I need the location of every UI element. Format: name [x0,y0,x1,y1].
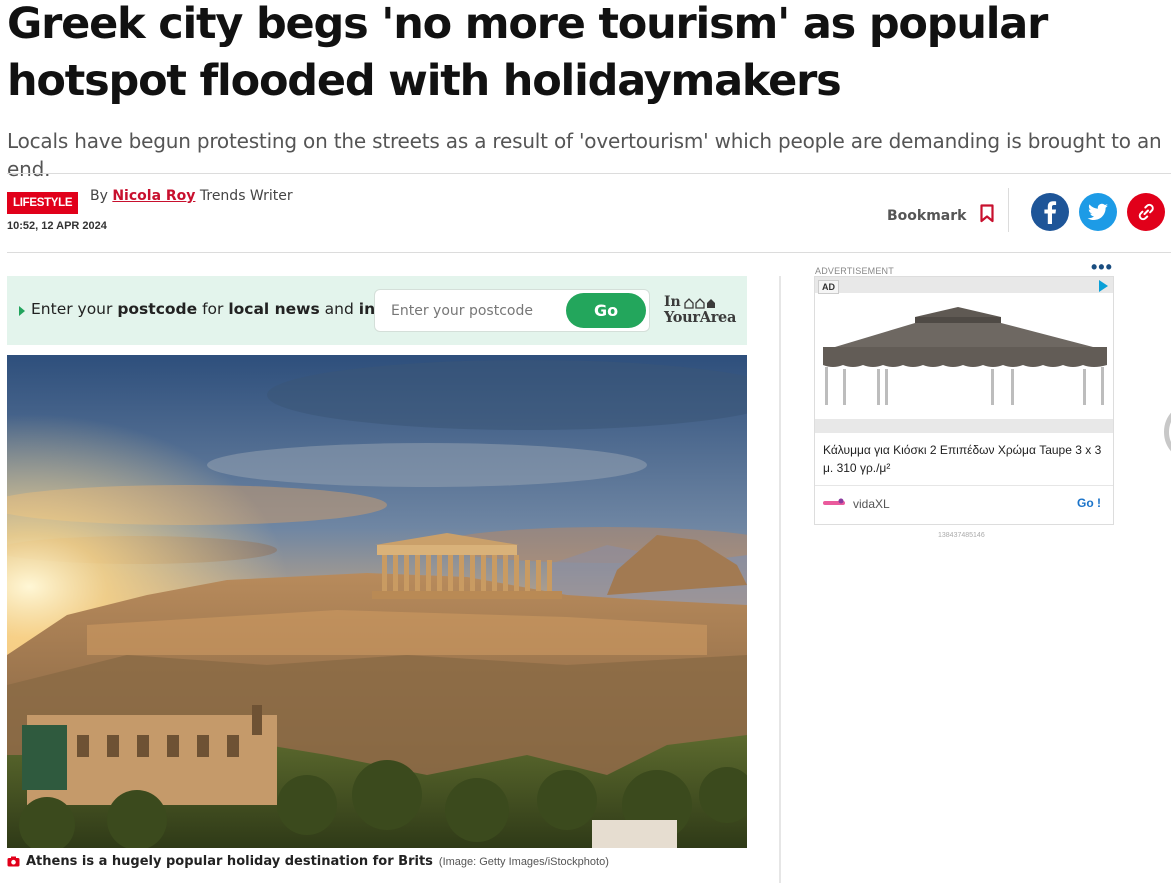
more-options-icon[interactable]: ••• [1091,258,1113,276]
link-icon [1127,193,1165,235]
bookmark-button[interactable]: Bookmark [887,204,995,227]
advert-card[interactable]: AD Κάλυμμα για Κιόσκι 2 Επιπέδων Χρώμα T… [814,276,1114,525]
article-headline: Greek city begs 'no more tourism' as pop… [7,0,1048,106]
image-credit: (Image: Getty Images/iStockphoto) [438,855,609,868]
author-role: Trends Writer [199,188,293,204]
bookmark-icon [980,204,995,227]
advert-image-gazebo[interactable] [815,277,1113,433]
postcode-input[interactable] [375,290,565,331]
divider [7,252,1171,253]
vertical-divider [1008,188,1009,232]
vidaxl-logo-icon [823,497,845,511]
publish-timestamp: 10:52, 12 APR 2024 [7,220,107,232]
byline-prefix: By [90,188,108,204]
byline: By Nicola Roy Trends Writer [90,188,293,204]
twitter-share-button[interactable] [1079,193,1117,235]
camera-icon [7,852,20,871]
postcode-prompt: Enter your postcode for local news and i… [31,300,393,318]
advertisement-label: ADVERTISEMENT [815,266,894,276]
copy-link-button[interactable] [1127,193,1165,235]
facebook-share-button[interactable] [1031,193,1069,235]
house-icons [684,297,715,309]
postcode-widget: Enter your postcode for local news and i… [7,276,747,345]
article-standfirst: Locals have begun protesting on the stre… [7,129,1162,181]
scroll-button[interactable] [1164,402,1171,462]
arrow-right-icon [19,306,25,316]
hero-caption: Athens is a hugely popular holiday desti… [7,852,609,871]
divider [7,173,1171,174]
hero-image-acropolis[interactable] [7,355,747,848]
adchoices-icon[interactable] [1099,280,1108,292]
bookmark-label: Bookmark [887,207,967,224]
postcode-input-group: Go [374,289,650,332]
advert-go-link[interactable]: Go ! [1077,496,1101,510]
advert-id: 138437485146 [938,532,985,539]
inyourarea-logo[interactable]: In YourArea [664,295,736,326]
facebook-icon [1031,193,1069,235]
advert-title[interactable]: Κάλυμμα για Κιόσκι 2 Επιπέδων Χρώμα Taup… [823,441,1107,477]
advert-brand[interactable]: vidaXL [823,497,890,511]
section-badge[interactable]: LIFESTYLE [7,192,79,214]
twitter-icon [1079,193,1117,235]
author-link[interactable]: Nicola Roy [112,188,195,204]
caption-text: Athens is a hugely popular holiday desti… [26,854,433,869]
ad-badge: AD [818,280,839,294]
column-divider [779,276,781,883]
postcode-go-button[interactable]: Go [566,293,646,328]
advert-divider [815,485,1113,486]
